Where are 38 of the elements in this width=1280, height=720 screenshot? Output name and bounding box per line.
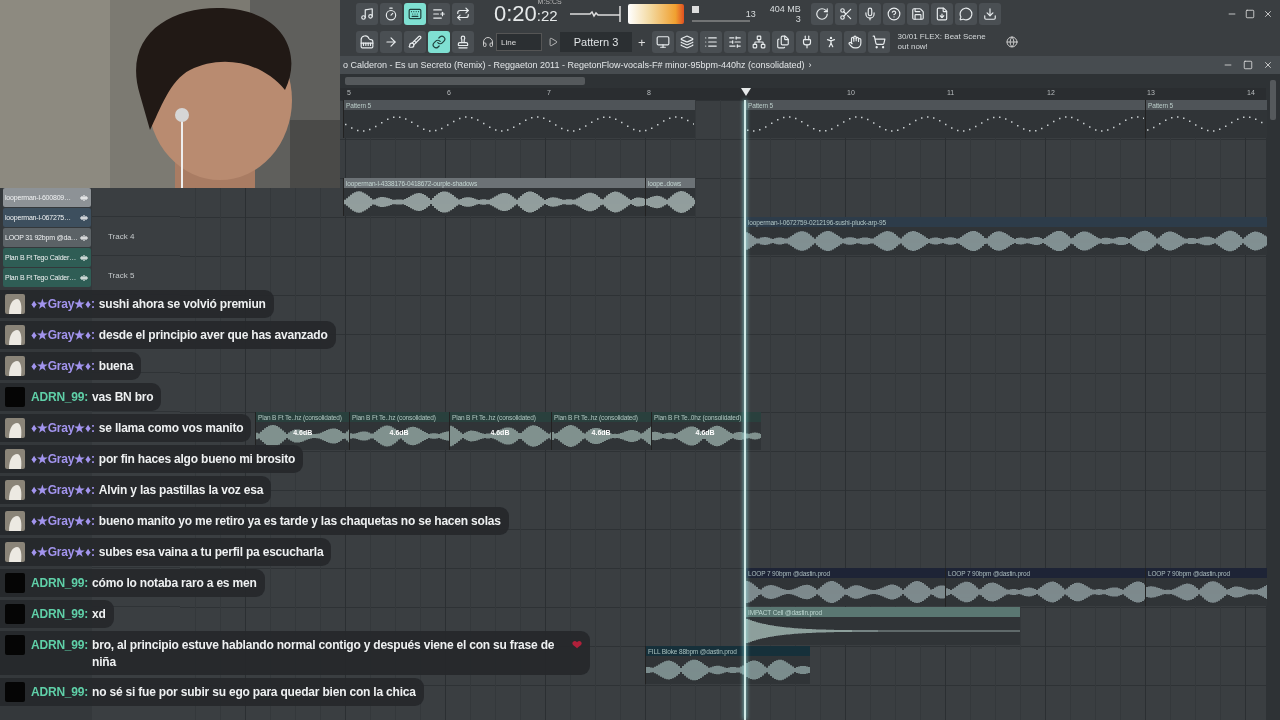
username: ♦★Gray★♦:: [31, 544, 95, 561]
message-text: bueno manito yo me retiro ya es tarde y las chaquetas no se hacen solas: [98, 513, 501, 530]
username: ♦★Gray★♦:: [31, 482, 95, 499]
username: ADRN_99:: [31, 637, 89, 654]
add-pattern-button[interactable]: +: [634, 34, 650, 50]
message-text: buena: [98, 358, 134, 375]
news-text: 30/01 FLEX: Beat Scene out now!: [897, 32, 987, 52]
track-name: Track 5: [108, 270, 135, 280]
cpu-reading: 13: [745, 9, 756, 19]
username: ♦★Gray★♦:: [31, 327, 95, 344]
username: ADRN_99:: [31, 575, 89, 592]
username: ADRN_99:: [31, 389, 89, 406]
snap-select[interactable]: Line: [496, 33, 542, 51]
message-text: desde el principio aver que has avanzado: [98, 327, 328, 344]
message-text: Alvin y las pastillas la voz esa: [98, 482, 264, 499]
message-text: se llama como vos manito: [98, 420, 244, 437]
username: ♦★Gray★♦:: [31, 358, 95, 375]
message-text: bro, al principio estuve hablando normal contigo y después viene el con su frase de niña: [92, 637, 556, 671]
message-text: vas BN bro: [92, 389, 154, 406]
memory-reading: 404 MB: [769, 4, 801, 14]
username: ADRN_99:: [31, 606, 89, 623]
track-name: Track 4: [108, 231, 135, 241]
username: ♦★Gray★♦:: [31, 296, 95, 313]
message-text: por fin haces algo bueno mi brosito: [98, 451, 296, 468]
message-text: sushi ahora se volvió premiun: [98, 296, 266, 313]
message-text: xd: [92, 606, 106, 623]
playlist-title: o Calderon - Es un Secreto (Remix) - Reggaeton 2011 - RegetonFlow-vocals-F# minor-95bpm-440hz (consolidated): [343, 60, 805, 70]
username: ADRN_99:: [31, 684, 89, 701]
polyphony-reading: 3: [795, 14, 801, 24]
message-text: no sé si fue por subir su ego para quedar bien con la chica: [92, 684, 416, 701]
username: ♦★Gray★♦:: [31, 451, 95, 468]
message-text: subes esa vaina a tu perfil pa escucharla: [98, 544, 324, 561]
title-arrow: ›: [808, 60, 812, 70]
username: ♦★Gray★♦:: [31, 513, 95, 530]
username: ♦★Gray★♦:: [31, 420, 95, 437]
pattern-select[interactable]: Pattern 3: [560, 32, 632, 52]
message-text: cómo lo notaba raro a es men: [92, 575, 257, 592]
heart-emoji: ❤: [572, 637, 582, 654]
